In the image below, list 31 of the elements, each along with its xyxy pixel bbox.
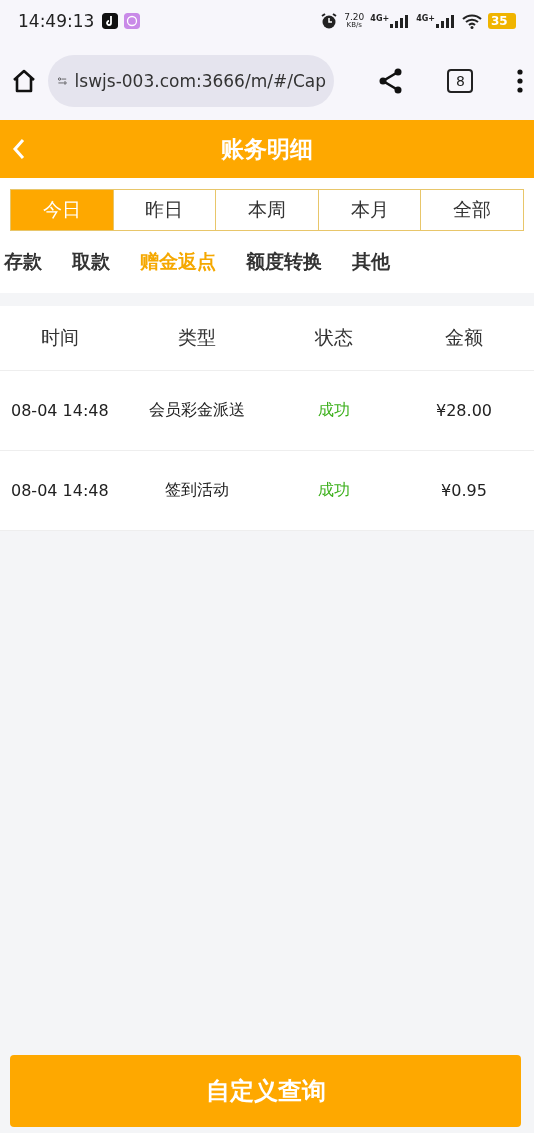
battery-level: 35: [488, 13, 516, 29]
clock-time: 14:49:13: [18, 11, 95, 31]
column-header: 时间: [40, 325, 80, 350]
column-header: 状态: [314, 325, 354, 350]
category-tab[interactable]: 其他: [352, 249, 390, 275]
music-note-icon: [102, 13, 119, 29]
status-cell-text: 成功: [317, 480, 351, 501]
type-cell-text: 签到活动: [164, 480, 230, 501]
network-label: 4G+: [416, 14, 435, 23]
app-icon: [124, 13, 141, 29]
more-options-icon[interactable]: [516, 69, 524, 93]
signal-icon: [436, 14, 456, 28]
amount-cell-text: ¥28.00: [435, 401, 493, 420]
wifi-icon: [462, 13, 482, 29]
network-speed: 7.20: [344, 13, 365, 22]
time-cell-text: 08-04 14:48: [10, 401, 110, 420]
tab-count-button[interactable]: 8: [447, 69, 474, 93]
column-header: 金额: [444, 325, 484, 350]
column-header: 类型: [177, 325, 217, 350]
alarm-clock-icon: [320, 12, 339, 30]
category-tab[interactable]: 存款: [4, 249, 42, 275]
status-cell-text: 成功: [317, 400, 351, 421]
category-tab[interactable]: 取款: [72, 249, 110, 275]
page-title: 账务明细: [221, 134, 313, 164]
amount-cell-text: ¥0.95: [440, 481, 488, 500]
category-tab[interactable]: 额度转换: [246, 249, 322, 275]
type-cell-text: 会员彩金派送: [148, 400, 246, 421]
signal-icon: [390, 14, 411, 28]
time-cell-text: 08-04 14:48: [10, 481, 110, 500]
address-bar[interactable]: lswjs-003.com:3666/m/#/Cap: [48, 55, 334, 107]
network-label: 4G+: [370, 14, 390, 23]
